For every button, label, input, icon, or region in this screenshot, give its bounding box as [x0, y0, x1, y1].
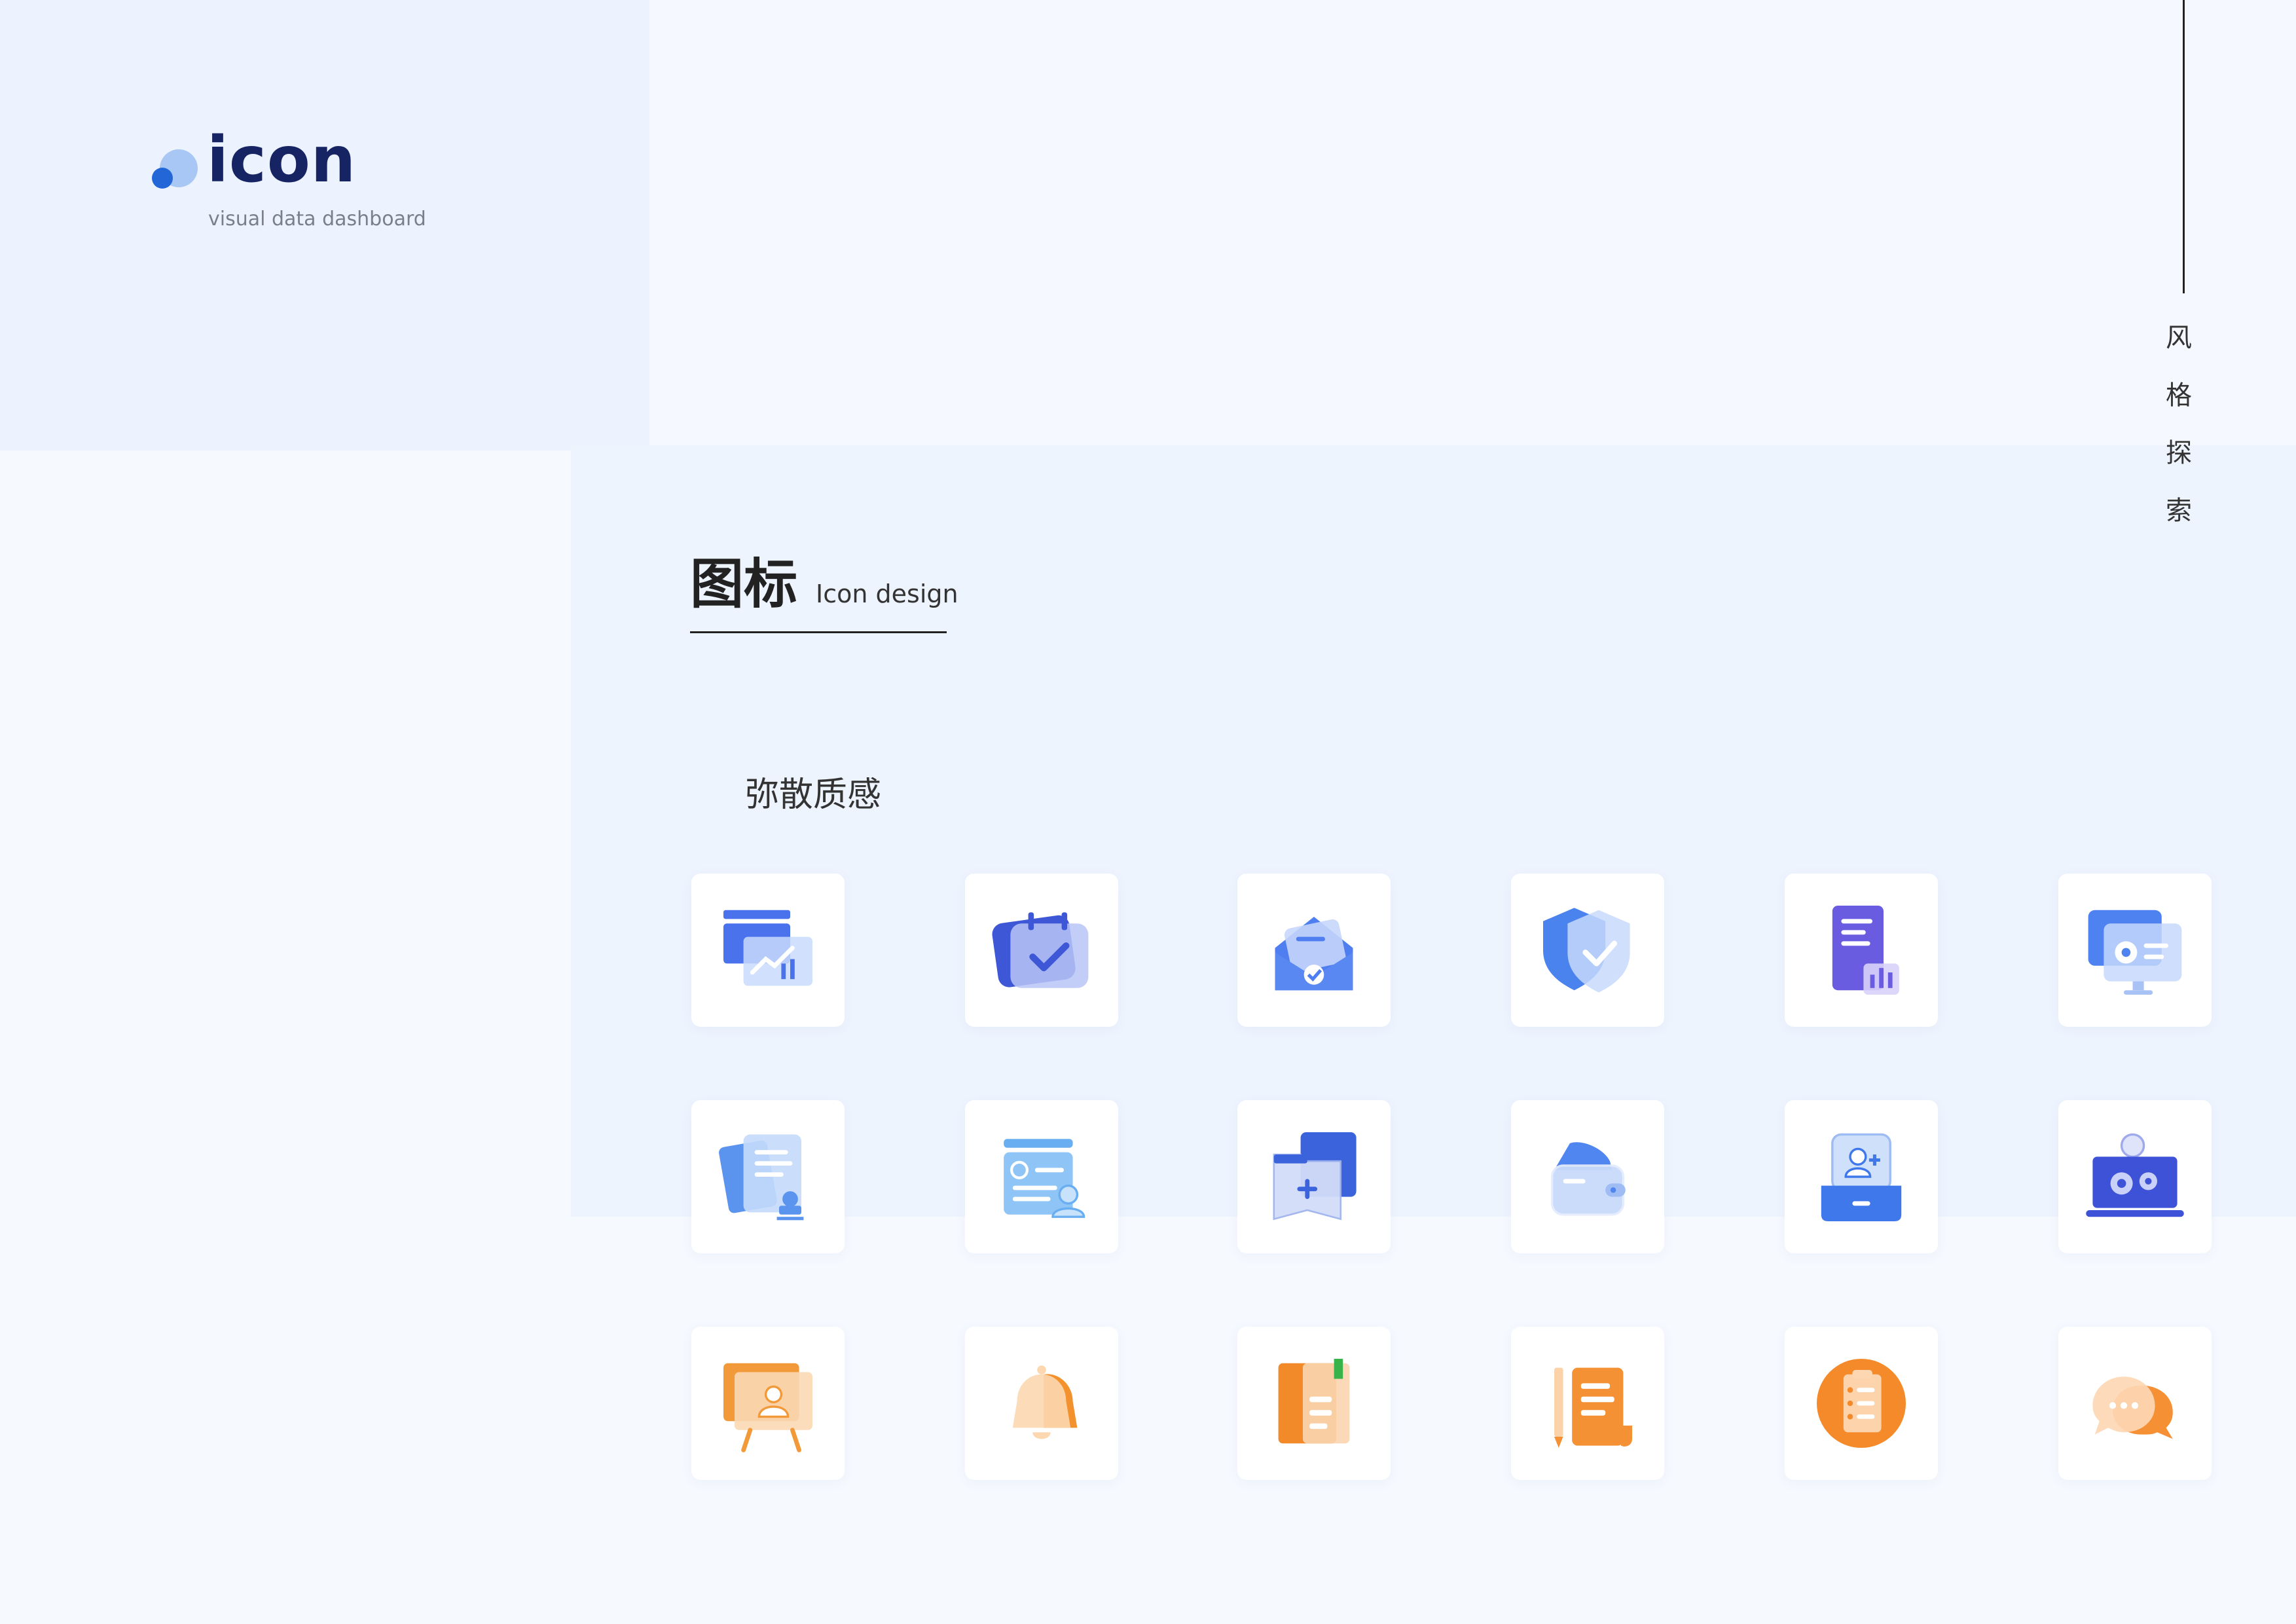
tile-laptop-gears[interactable]	[2058, 1100, 2212, 1253]
presentation-board-icon	[723, 1363, 812, 1452]
profile-card-icon	[1004, 1139, 1085, 1218]
tile-folder-add[interactable]	[1237, 1100, 1391, 1253]
mail-open-icon	[1275, 917, 1353, 991]
tile-notification-bell[interactable]	[965, 1327, 1118, 1480]
tile-book-notes[interactable]	[1237, 1327, 1391, 1480]
side-label-char: 探	[2166, 438, 2192, 468]
heading-en: Icon design	[816, 580, 958, 608]
tile-profile-card[interactable]	[965, 1100, 1118, 1253]
document-chart-icon	[1832, 906, 1899, 995]
tile-chat-bubbles[interactable]	[2058, 1327, 2212, 1480]
laptop-gears-icon	[2086, 1133, 2184, 1217]
heading-cn: 图标	[690, 553, 798, 616]
tile-calendar-check[interactable]	[965, 874, 1118, 1027]
book-notes-icon	[1278, 1359, 1350, 1444]
tile-wallet[interactable]	[1511, 1100, 1664, 1253]
vertical-divider	[2183, 0, 2185, 293]
side-label-char: 索	[2166, 496, 2192, 526]
tile-document-chart[interactable]	[1785, 874, 1938, 1027]
side-label-char: 格	[2166, 380, 2192, 411]
folder-add-icon	[1273, 1132, 1357, 1221]
tile-presentation-board[interactable]	[691, 1327, 845, 1480]
user-add-tray-icon	[1821, 1133, 1902, 1221]
brand-title: icon	[207, 123, 357, 196]
tile-shield-check[interactable]	[1511, 874, 1664, 1027]
heading-underline	[690, 631, 947, 633]
side-label: 风 格 探 索	[2160, 325, 2197, 555]
tile-mail-open[interactable]	[1237, 874, 1391, 1027]
tile-clipboard-checklist[interactable]	[1785, 1327, 1938, 1480]
chart-dashboard-icon	[723, 910, 812, 986]
tile-monitor-settings[interactable]	[2058, 874, 2212, 1027]
wallet-icon	[1550, 1142, 1626, 1216]
brand-subtitle: visual data dashboard	[208, 208, 426, 231]
section-heading: 图标 Icon design	[690, 558, 958, 612]
documents-stamp-icon	[719, 1134, 804, 1221]
scroll-pencil-icon	[1554, 1367, 1632, 1448]
tile-user-add-tray[interactable]	[1785, 1100, 1938, 1253]
side-label-char: 风	[2166, 323, 2192, 353]
monitor-settings-icon	[2088, 910, 2182, 995]
shield-check-icon	[1543, 908, 1630, 993]
notification-bell-icon	[1012, 1365, 1078, 1439]
clipboard-checklist-icon	[1817, 1359, 1906, 1448]
chat-bubbles-icon	[2092, 1376, 2173, 1439]
tile-documents-stamp[interactable]	[691, 1100, 845, 1253]
logo-icon	[151, 148, 198, 191]
style-label: 弥散质感	[745, 775, 882, 815]
tile-chart-dashboard[interactable]	[691, 874, 845, 1027]
calendar-check-icon	[992, 912, 1089, 988]
tile-scroll-pencil[interactable]	[1511, 1327, 1664, 1480]
header-right-panel	[649, 0, 2296, 445]
